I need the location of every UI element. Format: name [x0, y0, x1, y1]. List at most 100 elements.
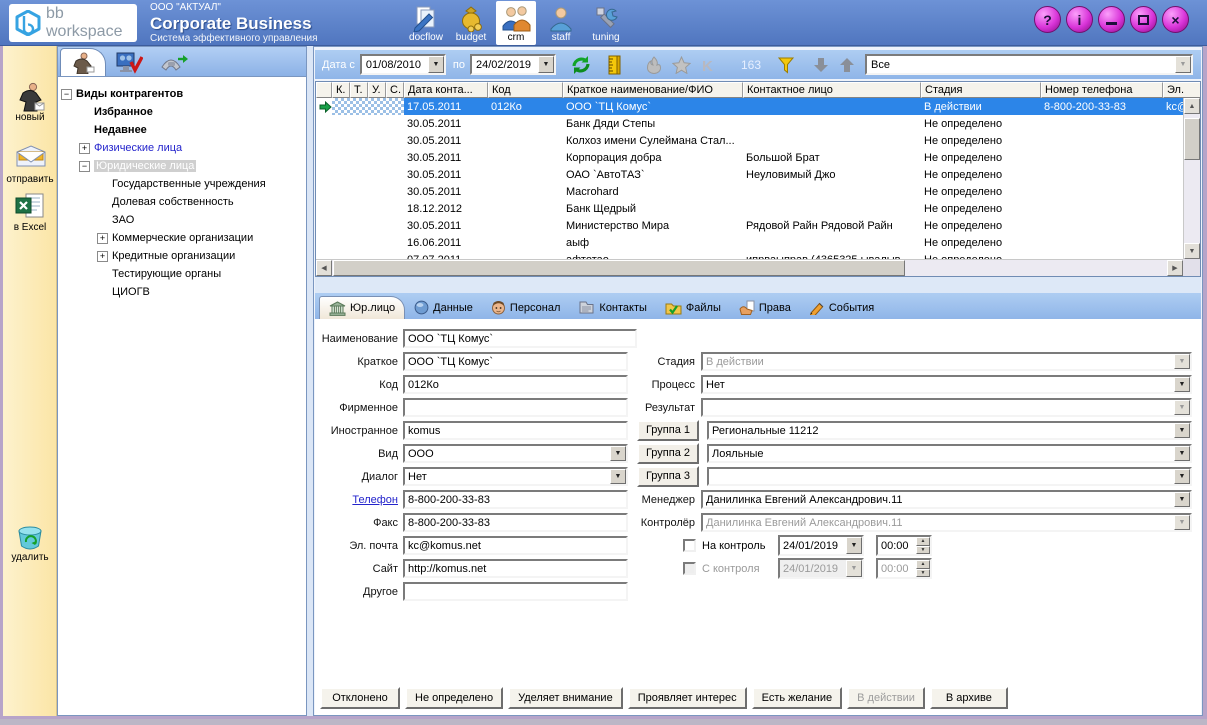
tree-item[interactable]: +Коммерческие организации [58, 229, 306, 247]
stage-button-7[interactable]: В архиве [930, 687, 1008, 709]
table-row[interactable]: 30.05.2011ОАО `АвтоТАЗ`Неуловимый ДжоНе … [316, 166, 1183, 183]
grid-vscrollbar[interactable]: ▲ ▼ [1183, 98, 1200, 259]
grid-column-header[interactable]: У. [368, 82, 386, 98]
stage-button-2[interactable]: Не определено [405, 687, 503, 709]
tab-Персонал[interactable]: Персонал [482, 296, 570, 319]
field-label-link[interactable]: Телефон [315, 494, 403, 506]
chevron-down-icon[interactable]: ▼ [1174, 377, 1190, 392]
tab-Контакты[interactable]: Контакты [569, 296, 656, 319]
tree-item[interactable]: Избранное [58, 103, 306, 121]
tree-item[interactable]: ЗАО [58, 211, 306, 229]
stage-button-4[interactable]: Проявляет интерес [628, 687, 747, 709]
sort-down-button[interactable] [813, 57, 829, 73]
tree-item[interactable]: Тестирующие органы [58, 265, 306, 283]
Группа 2-button[interactable]: Группа 2 [637, 443, 699, 464]
tree-item[interactable]: −Юридические лица [58, 157, 306, 175]
grid-column-header[interactable]: К. [332, 82, 350, 98]
tree-expander-plus-icon[interactable]: + [79, 143, 90, 154]
grid-column-header[interactable]: С. [386, 82, 404, 98]
table-row[interactable]: 07.07.2011афтотаоипрваыправ (4365325 ыва… [316, 251, 1183, 259]
date-from-input[interactable]: 01/08/2010 ▼ [360, 54, 446, 75]
Иностранное-field[interactable]: komus [403, 421, 628, 440]
grid-column-header[interactable] [316, 82, 332, 98]
table-row[interactable]: 30.05.2011Министерство МираРядовой Райн … [316, 217, 1183, 234]
grid-column-header[interactable]: Контактное лицо [743, 82, 921, 98]
chevron-down-icon[interactable]: ▼ [610, 469, 626, 484]
spin-up-icon[interactable]: ▲ [916, 537, 930, 546]
stage-button-5[interactable]: Есть желание [752, 687, 843, 709]
module-crm[interactable]: crm [496, 1, 536, 45]
tree-tab-monitor-check[interactable] [106, 48, 152, 76]
tree-tab-phone-forward[interactable] [152, 48, 198, 76]
chevron-down-icon[interactable]: ▼ [610, 446, 626, 461]
sort-up-button[interactable] [839, 57, 855, 73]
grid-hscrollbar[interactable]: ◀ ▶ [316, 259, 1183, 276]
Процесс-select[interactable]: Нет▼ [701, 375, 1192, 394]
grid-column-header[interactable]: Эл. [1163, 82, 1200, 98]
help-button[interactable]: ? [1034, 6, 1061, 33]
stage-button-1[interactable]: Отклонено [320, 687, 400, 709]
Группа 1-button[interactable]: Группа 1 [637, 420, 699, 441]
chevron-down-icon[interactable]: ▼ [1174, 492, 1190, 507]
tab-Юр.лицо[interactable]: Юр.лицо [319, 296, 405, 319]
Группа 2-select[interactable]: Лояльные▼ [707, 444, 1192, 463]
stage-button-3[interactable]: Уделяет внимание [508, 687, 623, 709]
ruler-button[interactable] [602, 55, 626, 75]
funnel-button[interactable] [777, 56, 795, 74]
spin-down-icon[interactable]: ▼ [916, 546, 930, 555]
tree-item[interactable]: Недавнее [58, 121, 306, 139]
filter-select[interactable]: Все ▼ [865, 54, 1193, 75]
tree-expander-minus-icon[interactable]: − [79, 161, 90, 172]
tree-item[interactable]: Государственные учреждения [58, 175, 306, 193]
module-budget[interactable]: budget [451, 1, 491, 45]
table-row[interactable]: 30.05.2011Колхоз имени Сулеймана Стал...… [316, 132, 1183, 149]
time-spinner[interactable]: ▲▼ [916, 537, 930, 554]
chevron-down-icon[interactable]: ▼ [1174, 446, 1190, 461]
tree-item[interactable]: Долевая собственность [58, 193, 306, 211]
table-row[interactable]: 18.12.2012Банк ЩедрыйНе определено [316, 200, 1183, 217]
table-row[interactable]: 30.05.2011Корпорация добраБольшой БратНе… [316, 149, 1183, 166]
module-tuning[interactable]: tuning [586, 1, 626, 45]
rail-new-contact-button[interactable]: новый [3, 82, 57, 123]
date-to-input[interactable]: 24/02/2019 ▼ [470, 54, 556, 75]
grid-column-header[interactable]: Т. [350, 82, 368, 98]
grid-column-header[interactable]: Номер телефона [1041, 82, 1163, 98]
table-row[interactable]: 16.06.2011аыфНе определено [316, 234, 1183, 251]
tree-item[interactable]: −Виды контрагентов [58, 85, 306, 103]
close-button[interactable]: × [1162, 6, 1189, 33]
Телефон-field[interactable]: 8-800-200-33-83 [403, 490, 628, 509]
refresh-button[interactable] [570, 54, 592, 76]
grid-column-header[interactable]: Стадия [921, 82, 1041, 98]
maximize-button[interactable] [1130, 6, 1157, 33]
tree-tab-contractor[interactable] [60, 48, 106, 76]
tree-item[interactable]: +Кредитные организации [58, 247, 306, 265]
Менеджер-select[interactable]: Данилинка Евгений Александрович.11▼ [701, 490, 1192, 509]
rail-envelope-button[interactable]: отправить [3, 144, 57, 185]
tab-События[interactable]: События [800, 296, 883, 319]
module-docflow[interactable]: docflow [406, 1, 446, 45]
На контроль-date-input[interactable]: 24/01/2019▼ [778, 535, 864, 556]
module-staff[interactable]: staff [541, 1, 581, 45]
tab-Файлы[interactable]: Файлы [656, 296, 730, 319]
Фирменное-field[interactable] [403, 398, 628, 417]
tree-item[interactable]: ЦИОГВ [58, 283, 306, 301]
Факс-field[interactable]: 8-800-200-33-83 [403, 513, 628, 532]
horizontal-splitter[interactable] [315, 277, 1201, 293]
Эл. почта-field[interactable]: kc@komus.net [403, 536, 628, 555]
table-row[interactable]: 30.05.2011Банк Дяди СтепыНе определено [316, 115, 1183, 132]
tree-expander-plus-icon[interactable]: + [97, 233, 108, 244]
Группа 3-select[interactable]: ▼ [707, 467, 1192, 486]
Вид-select[interactable]: ООО▼ [403, 444, 628, 463]
На контроль-checkbox[interactable] [683, 539, 696, 552]
chevron-down-icon[interactable]: ▼ [846, 537, 862, 554]
Другое-field[interactable] [403, 582, 628, 601]
tree-expander-minus-icon[interactable]: − [61, 89, 72, 100]
tab-Данные[interactable]: Данные [405, 296, 482, 319]
chevron-down-icon[interactable]: ▼ [428, 56, 444, 73]
info-button[interactable]: i [1066, 6, 1093, 33]
table-row[interactable]: 17.05.2011012КоООО `ТЦ Комус`В действии8… [316, 98, 1183, 115]
minimize-button[interactable] [1098, 6, 1125, 33]
chevron-down-icon[interactable]: ▼ [1174, 423, 1190, 438]
Группа 1-select[interactable]: Региональные 11212▼ [707, 421, 1192, 440]
Наименование-field[interactable]: ООО `ТЦ Комус` [403, 329, 637, 348]
